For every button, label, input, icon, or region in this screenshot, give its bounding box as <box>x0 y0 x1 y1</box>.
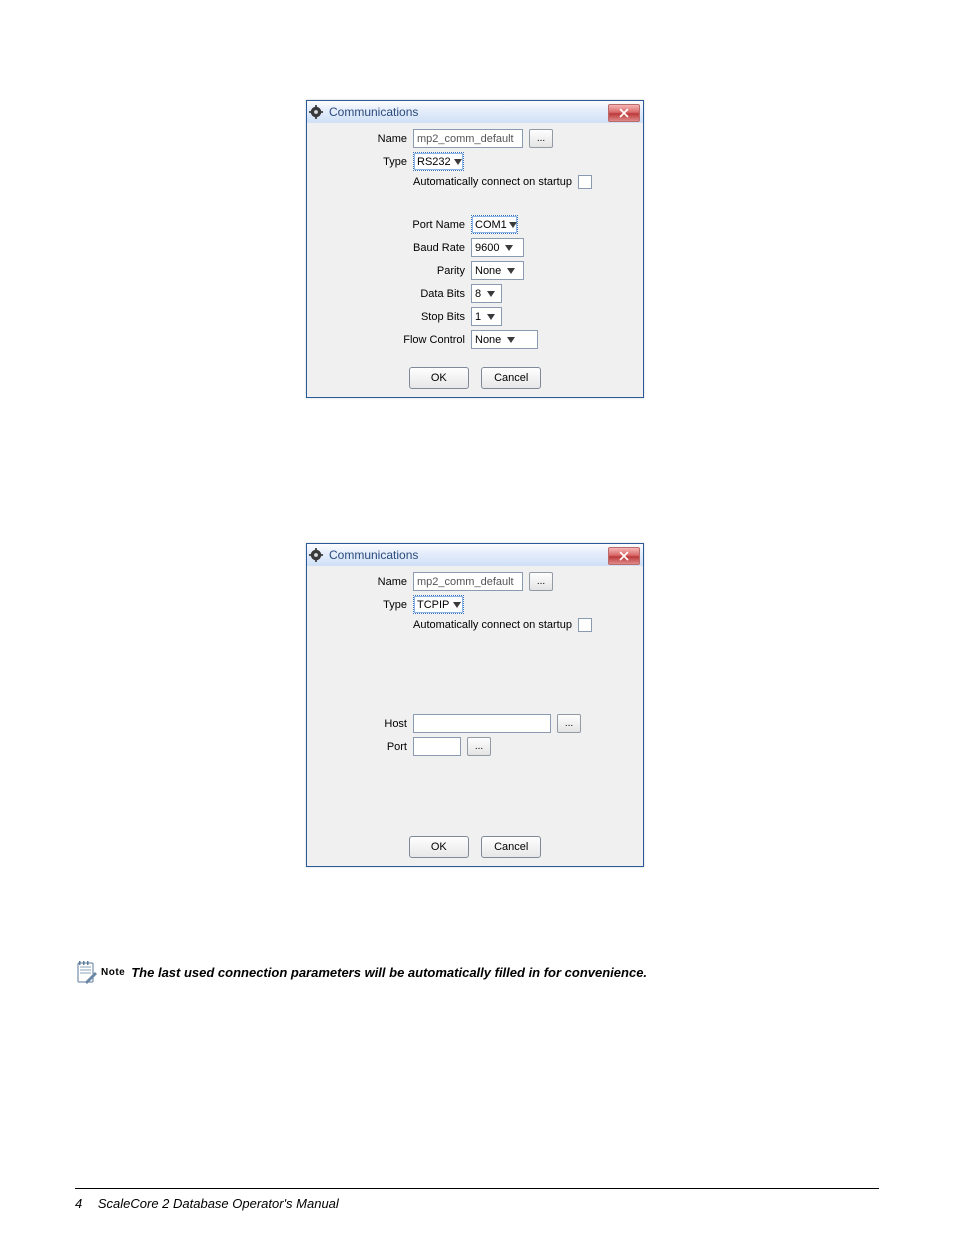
chevron-down-icon[interactable] <box>501 240 516 255</box>
parity-select[interactable]: None <box>471 261 524 280</box>
name-label: Name <box>315 133 413 145</box>
gear-icon <box>309 548 323 562</box>
chevron-down-icon[interactable] <box>483 309 498 324</box>
portname-value: COM1 <box>475 219 507 231</box>
chevron-down-icon[interactable] <box>509 217 517 232</box>
chevron-down-icon[interactable] <box>453 154 463 169</box>
parity-value: None <box>475 265 501 277</box>
flow-label: Flow Control <box>315 334 471 346</box>
baud-select[interactable]: 9600 <box>471 238 524 257</box>
ok-button[interactable]: OK <box>409 367 469 389</box>
stopbits-label: Stop Bits <box>315 311 471 323</box>
footer-title: ScaleCore 2 Database Operator's Manual <box>98 1196 339 1211</box>
name-input[interactable] <box>413 572 523 591</box>
autoconnect-label: Automatically connect on startup <box>413 176 572 188</box>
page-footer: 4 ScaleCore 2 Database Operator's Manual <box>75 1196 339 1211</box>
stopbits-value: 1 <box>475 311 481 323</box>
ok-button[interactable]: OK <box>409 836 469 858</box>
databits-label: Data Bits <box>315 288 471 300</box>
autoconnect-checkbox[interactable] <box>578 175 592 189</box>
port-browse-button[interactable]: ... <box>467 737 491 756</box>
cancel-button[interactable]: Cancel <box>481 367 541 389</box>
page-number: 4 <box>75 1196 82 1211</box>
type-select-value: RS232 <box>417 156 451 168</box>
flow-select[interactable]: None <box>471 330 538 349</box>
dialog-title: Communications <box>329 548 418 562</box>
type-select-value: TCPIP <box>417 599 449 611</box>
dialog-titlebar[interactable]: Communications <box>307 544 643 566</box>
close-button[interactable] <box>608 547 640 565</box>
chevron-down-icon[interactable] <box>503 332 518 347</box>
cancel-button[interactable]: Cancel <box>481 836 541 858</box>
port-label: Port <box>315 741 413 753</box>
dialog-titlebar[interactable]: Communications <box>307 101 643 123</box>
autoconnect-label: Automatically connect on startup <box>413 619 572 631</box>
chevron-down-icon[interactable] <box>483 286 498 301</box>
close-button[interactable] <box>608 104 640 122</box>
type-select[interactable]: TCPIP <box>413 595 464 614</box>
footer-rule <box>75 1188 879 1189</box>
host-browse-button[interactable]: ... <box>557 714 581 733</box>
chevron-down-icon[interactable] <box>503 263 518 278</box>
dialog-body: Name ... Type RS232 Automatically connec… <box>307 123 643 397</box>
databits-select[interactable]: 8 <box>471 284 502 303</box>
notepad-icon <box>75 960 97 984</box>
type-label: Type <box>315 599 413 611</box>
host-input[interactable] <box>413 714 551 733</box>
host-label: Host <box>315 718 413 730</box>
communications-dialog-tcpip: Communications Name ... Type TCPIP Autom… <box>306 543 644 867</box>
databits-value: 8 <box>475 288 481 300</box>
name-browse-button[interactable]: ... <box>529 129 553 148</box>
port-input[interactable] <box>413 737 461 756</box>
type-select[interactable]: RS232 <box>413 152 464 171</box>
stopbits-select[interactable]: 1 <box>471 307 502 326</box>
flow-value: None <box>475 334 501 346</box>
portname-select[interactable]: COM1 <box>471 215 518 234</box>
dialog-title: Communications <box>329 105 418 119</box>
baud-value: 9600 <box>475 242 499 254</box>
type-label: Type <box>315 156 413 168</box>
note-text: The last used connection parameters will… <box>131 965 647 980</box>
communications-dialog-rs232: Communications Name ... Type RS232 Autom… <box>306 100 644 398</box>
note-label: Note <box>101 967 125 978</box>
name-browse-button[interactable]: ... <box>529 572 553 591</box>
name-input[interactable] <box>413 129 523 148</box>
name-label: Name <box>315 576 413 588</box>
dialog-body: Name ... Type TCPIP Automatically connec… <box>307 566 643 866</box>
baud-label: Baud Rate <box>315 242 471 254</box>
gear-icon <box>309 105 323 119</box>
portname-label: Port Name <box>315 219 471 231</box>
autoconnect-checkbox[interactable] <box>578 618 592 632</box>
chevron-down-icon[interactable] <box>451 597 463 612</box>
parity-label: Parity <box>315 265 471 277</box>
note-callout: Note The last used connection parameters… <box>75 960 647 984</box>
